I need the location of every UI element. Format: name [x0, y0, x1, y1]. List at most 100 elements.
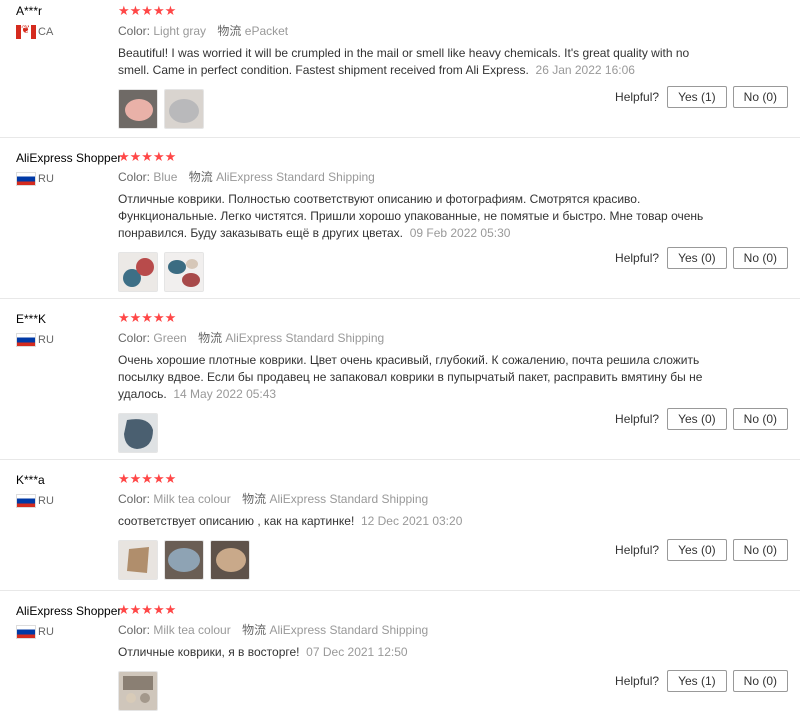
color-label: Color: [118, 331, 151, 345]
canada-flag-icon [16, 25, 36, 39]
country-code: CA [38, 26, 54, 38]
review-item: AliExpress Shopper RU ★★★★★ Color: Milk … [0, 591, 800, 716]
reviewer-country: RU [16, 172, 116, 186]
review-photo-thumbnail[interactable] [118, 540, 158, 580]
reviewer-country: CA [16, 25, 116, 39]
helpful-voting: Helpful? Yes (0) No (0) [615, 539, 788, 561]
helpful-voting: Helpful? Yes (1) No (0) [615, 670, 788, 692]
review-photo-thumbnail[interactable] [118, 413, 158, 453]
review-photo-thumbnail[interactable] [164, 540, 204, 580]
helpful-label: Helpful? [615, 251, 660, 265]
review-date: 26 Jan 2022 16:06 [535, 63, 635, 77]
reviewer-info: E***K RU [16, 311, 116, 347]
review-meta: Color: Milk tea colour 物流 AliExpress Sta… [118, 492, 718, 506]
shipping-label: 物流 [242, 492, 267, 506]
vote-yes-button[interactable]: Yes (1) [667, 670, 727, 692]
reviewer-country: RU [16, 333, 116, 347]
shipping-value: AliExpress Standard Shipping [216, 170, 375, 184]
review-body: ★★★★★ Color: Green 物流 AliExpress Standar… [118, 309, 718, 453]
color-value: Milk tea colour [153, 492, 231, 506]
review-photo-thumbnail[interactable] [164, 252, 204, 292]
vote-no-button[interactable]: No (0) [732, 86, 788, 108]
shipping-value: AliExpress Standard Shipping [269, 492, 429, 506]
vote-no-button[interactable]: No (0) [732, 539, 788, 561]
color-value: Green [153, 331, 187, 345]
color-label: Color: [118, 623, 151, 637]
review-date: 12 Dec 2021 03:20 [360, 514, 463, 528]
shipping-label: 物流 [217, 24, 242, 38]
reviewer-name: AliExpress Shopper [16, 604, 122, 618]
helpful-label: Helpful? [615, 90, 660, 104]
star-rating: ★★★★★ [118, 602, 177, 617]
review-photo-thumbnail[interactable] [118, 252, 158, 292]
review-meta: Color: Light gray 物流 ePacket [118, 24, 718, 38]
review-text: Beautiful! I was worried it will be crum… [118, 45, 718, 79]
shipping-label: 物流 [198, 331, 223, 345]
reviewer-name: K***a [16, 473, 45, 487]
color-label: Color: [118, 24, 151, 38]
russia-flag-icon [16, 494, 36, 508]
review-photo-thumbnail[interactable] [164, 89, 204, 129]
review-photo-thumbnail[interactable] [210, 540, 250, 580]
reviewer-name: AliExpress Shopper [16, 151, 122, 165]
helpful-voting: Helpful? Yes (1) No (0) [615, 86, 788, 108]
shipping-value: AliExpress Standard Shipping [269, 623, 429, 637]
review-meta: Color: Blue 物流 AliExpress Standard Shipp… [118, 170, 718, 184]
star-rating: ★★★★★ [118, 3, 177, 18]
russia-flag-icon [16, 333, 36, 347]
shipping-label: 物流 [188, 170, 213, 184]
color-label: Color: [118, 492, 151, 506]
russia-flag-icon [16, 172, 36, 186]
review-date: 09 Feb 2022 05:30 [409, 226, 511, 240]
review-content: Отличные коврики, я в восторге! [118, 645, 300, 659]
helpful-label: Helpful? [615, 412, 660, 426]
review-photo-thumbnail[interactable] [118, 671, 158, 711]
helpful-label: Helpful? [615, 674, 660, 688]
vote-yes-button[interactable]: Yes (1) [667, 86, 727, 108]
review-date: 07 Dec 2021 12:50 [306, 645, 408, 659]
review-item: AliExpress Shopper RU ★★★★★ Color: Blue … [0, 138, 800, 299]
country-code: RU [38, 495, 54, 507]
review-meta: Color: Milk tea colour 物流 AliExpress Sta… [118, 623, 718, 637]
vote-no-button[interactable]: No (0) [732, 670, 788, 692]
vote-yes-button[interactable]: Yes (0) [667, 247, 727, 269]
shipping-value: AliExpress Standard Shipping [225, 331, 385, 345]
color-value: Light gray [153, 24, 207, 38]
vote-no-button[interactable]: No (0) [732, 247, 788, 269]
review-item: A***r CA ★★★★★ Color: Light gray 物流 ePac… [0, 0, 800, 138]
reviewer-info: AliExpress Shopper RU [16, 603, 122, 639]
country-code: RU [38, 626, 54, 638]
review-body: ★★★★★ Color: Blue 物流 AliExpress Standard… [118, 148, 718, 292]
reviewer-info: AliExpress Shopper RU [16, 150, 122, 186]
helpful-voting: Helpful? Yes (0) No (0) [615, 247, 788, 269]
country-code: RU [38, 173, 54, 185]
vote-yes-button[interactable]: Yes (0) [667, 408, 727, 430]
review-body: ★★★★★ Color: Milk tea colour 物流 AliExpre… [118, 470, 718, 580]
vote-yes-button[interactable]: Yes (0) [667, 539, 727, 561]
review-text: Отличные коврики, я в восторге! 07 Dec 2… [118, 644, 718, 661]
shipping-label: 物流 [242, 623, 267, 637]
color-label: Color: [118, 170, 151, 184]
review-photo-thumbnail[interactable] [118, 89, 158, 129]
reviewer-name: A***r [16, 4, 43, 18]
shipping-value: ePacket [244, 24, 289, 38]
reviewer-name: E***K [16, 312, 47, 326]
helpful-label: Helpful? [615, 543, 660, 557]
review-text: соответствует описанию , как на картинке… [118, 513, 718, 530]
reviewer-country: RU [16, 625, 116, 639]
review-body: ★★★★★ Color: Milk tea colour 物流 AliExpre… [118, 601, 718, 711]
reviewer-info: A***r CA [16, 3, 116, 39]
review-meta: Color: Green 物流 AliExpress Standard Ship… [118, 331, 718, 345]
star-rating: ★★★★★ [118, 149, 177, 164]
vote-no-button[interactable]: No (0) [732, 408, 788, 430]
reviewer-country: RU [16, 494, 116, 508]
review-date: 14 May 2022 05:43 [173, 387, 277, 401]
review-body: ★★★★★ Color: Light gray 物流 ePacket Beaut… [118, 2, 718, 129]
color-value: Blue [153, 170, 178, 184]
russia-flag-icon [16, 625, 36, 639]
review-text: Очень хорошие плотные коврики. Цвет очен… [118, 352, 718, 403]
review-text: Отличные коврики. Полностью соответствую… [118, 191, 718, 242]
star-rating: ★★★★★ [118, 310, 177, 325]
review-content: соответствует описанию , как на картинке… [118, 514, 355, 528]
color-value: Milk tea colour [153, 623, 231, 637]
